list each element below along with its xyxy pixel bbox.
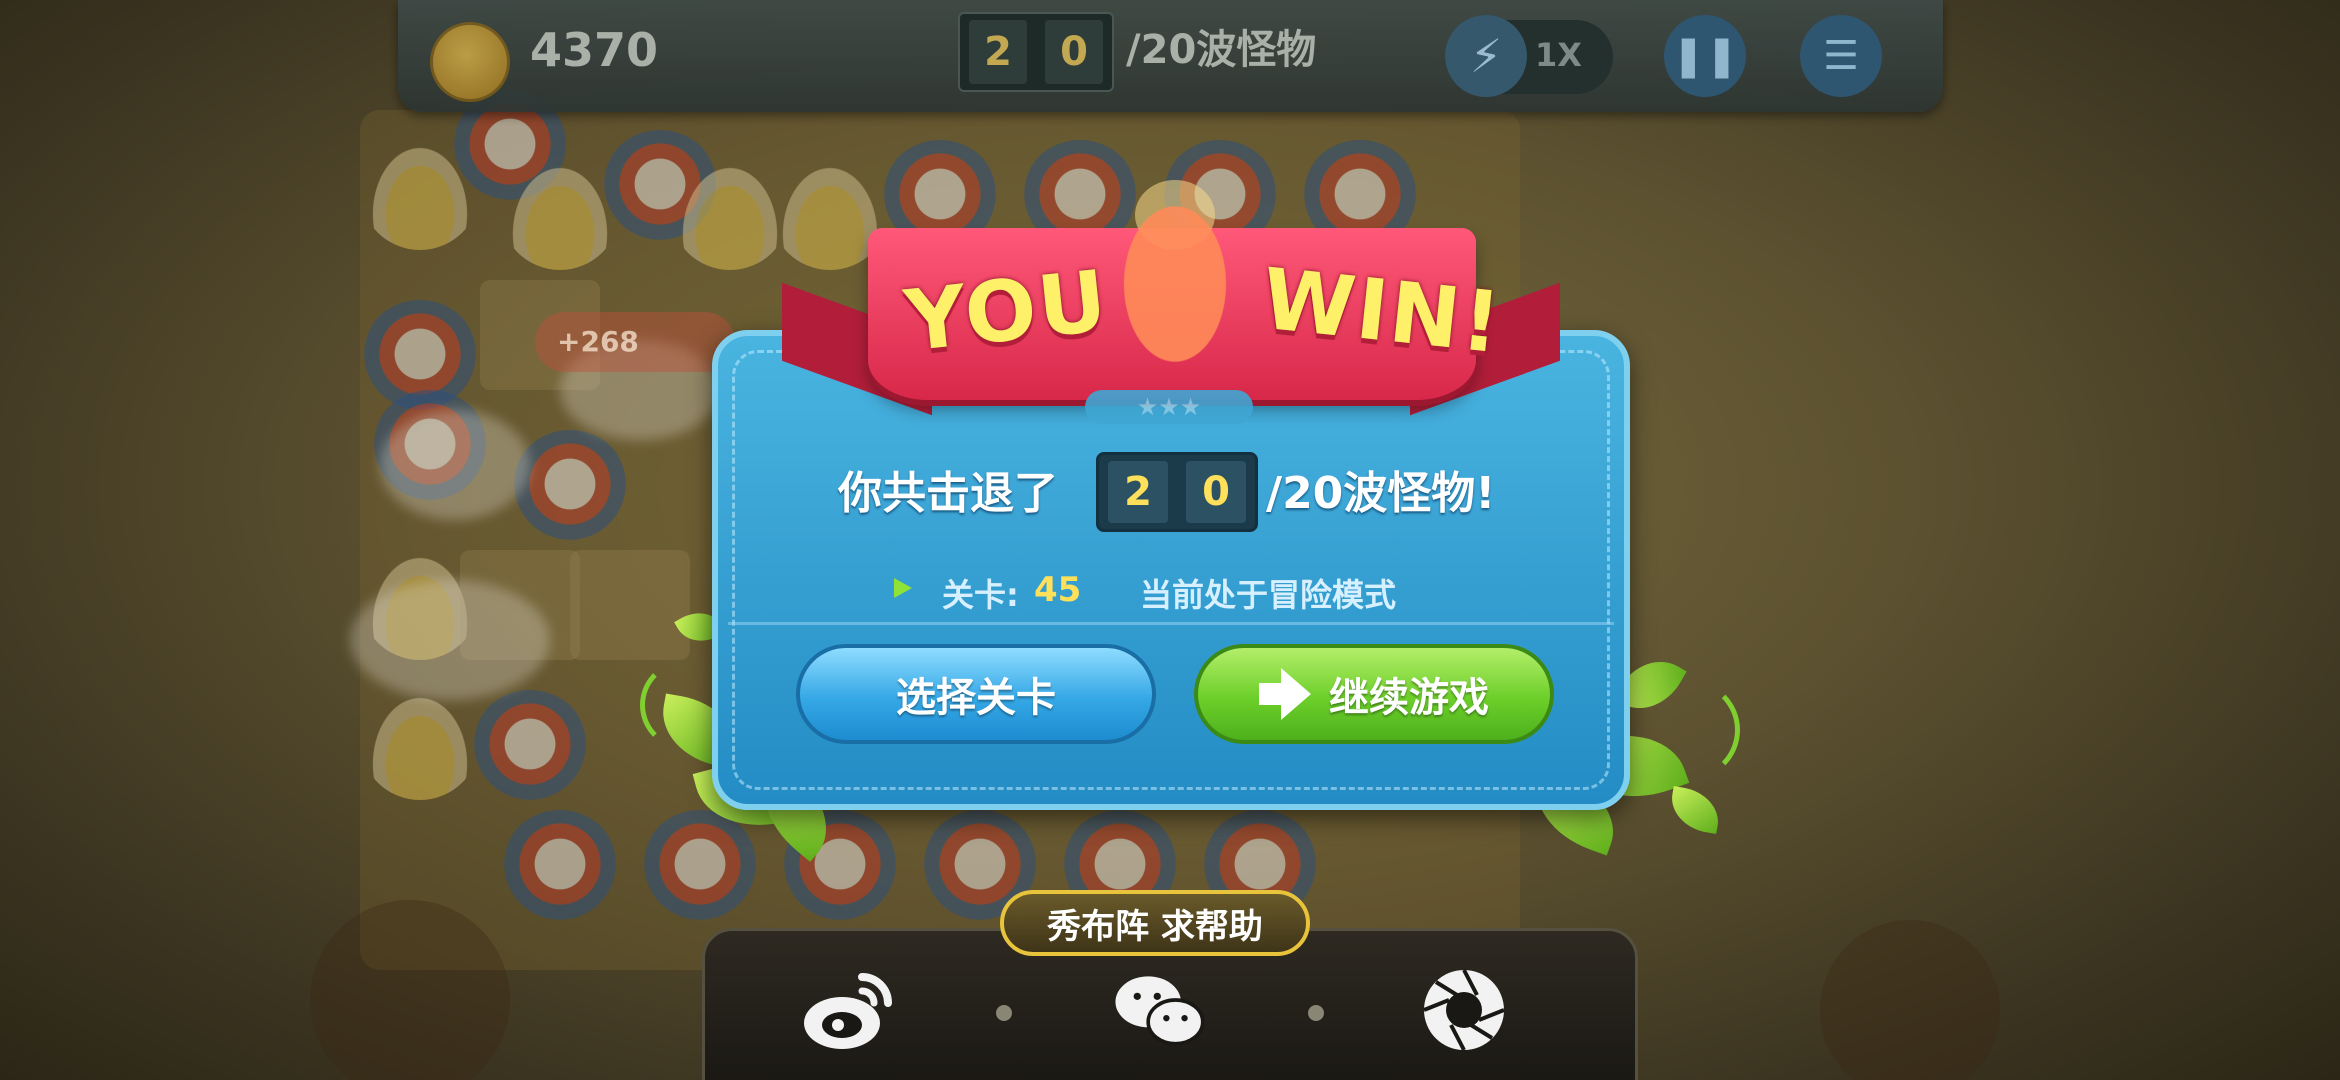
mode-text: 当前处于冒险模式 (1140, 576, 1397, 614)
result-digit: 2 (1108, 461, 1168, 523)
carrot-mascot-icon (1110, 185, 1240, 365)
result-suffix: /20波怪物! (1266, 468, 1496, 519)
poop-tower-icon (500, 150, 620, 270)
wave-digit: 2 (969, 20, 1027, 84)
play-triangle-icon (894, 578, 912, 598)
menu-icon: ☰ (1823, 33, 1859, 79)
result-wave-counter: 2 0 (1096, 452, 1258, 532)
bonus-popup: +268 (535, 312, 735, 372)
wave-digit: 0 (1045, 20, 1103, 84)
dialog-divider (728, 622, 1614, 625)
pause-icon: ❚❚ (1671, 33, 1739, 79)
game-screen: +268 4370 2 0 /20波怪物 ⚡ 1X ❚❚ ☰ YOU WIN! … (0, 0, 2340, 1080)
pause-button[interactable]: ❚❚ (1664, 15, 1746, 97)
select-level-button[interactable]: 选择关卡 (796, 644, 1156, 744)
star-rating: ★★★ (1085, 390, 1253, 424)
wave-counter: 2 0 (958, 12, 1114, 92)
rocket-tower-icon (510, 430, 630, 550)
carrot-coin-icon (430, 22, 510, 102)
continue-game-button[interactable]: 继续游戏 (1194, 644, 1554, 744)
wave-total: /20波怪物 (1126, 27, 1317, 73)
smoke-cloud (380, 410, 530, 520)
dirt-block (570, 550, 690, 660)
rocket-tower-icon (470, 690, 590, 810)
weibo-icon[interactable] (800, 960, 900, 1060)
lightning-icon[interactable]: ⚡ (1445, 15, 1527, 97)
result-prefix: 你共击退了 (838, 468, 1058, 519)
wechat-icon[interactable] (1110, 960, 1210, 1060)
gear-decoration (1820, 920, 2000, 1080)
rocket-tower-icon (500, 810, 620, 930)
menu-button[interactable]: ☰ (1800, 15, 1882, 97)
coin-count: 4370 (530, 23, 659, 77)
level-label: 关卡: (942, 576, 1019, 614)
speed-label: 1X (1535, 36, 1582, 74)
result-digit: 0 (1186, 461, 1246, 523)
vine-decoration (1640, 680, 1740, 780)
level-value: 45 (1034, 570, 1082, 610)
arrow-right-icon (1259, 668, 1311, 720)
select-level-label: 选择关卡 (896, 675, 1056, 721)
share-tab[interactable]: 秀布阵 求帮助 (1000, 890, 1310, 956)
camera-shutter-icon[interactable] (1414, 960, 1514, 1060)
rocket-tower-icon (640, 810, 760, 930)
continue-game-label: 继续游戏 (1329, 675, 1489, 721)
separator-dot (1308, 1005, 1324, 1021)
leaf-decoration (1666, 785, 1724, 835)
smoke-cloud (350, 580, 550, 700)
separator-dot (996, 1005, 1012, 1021)
